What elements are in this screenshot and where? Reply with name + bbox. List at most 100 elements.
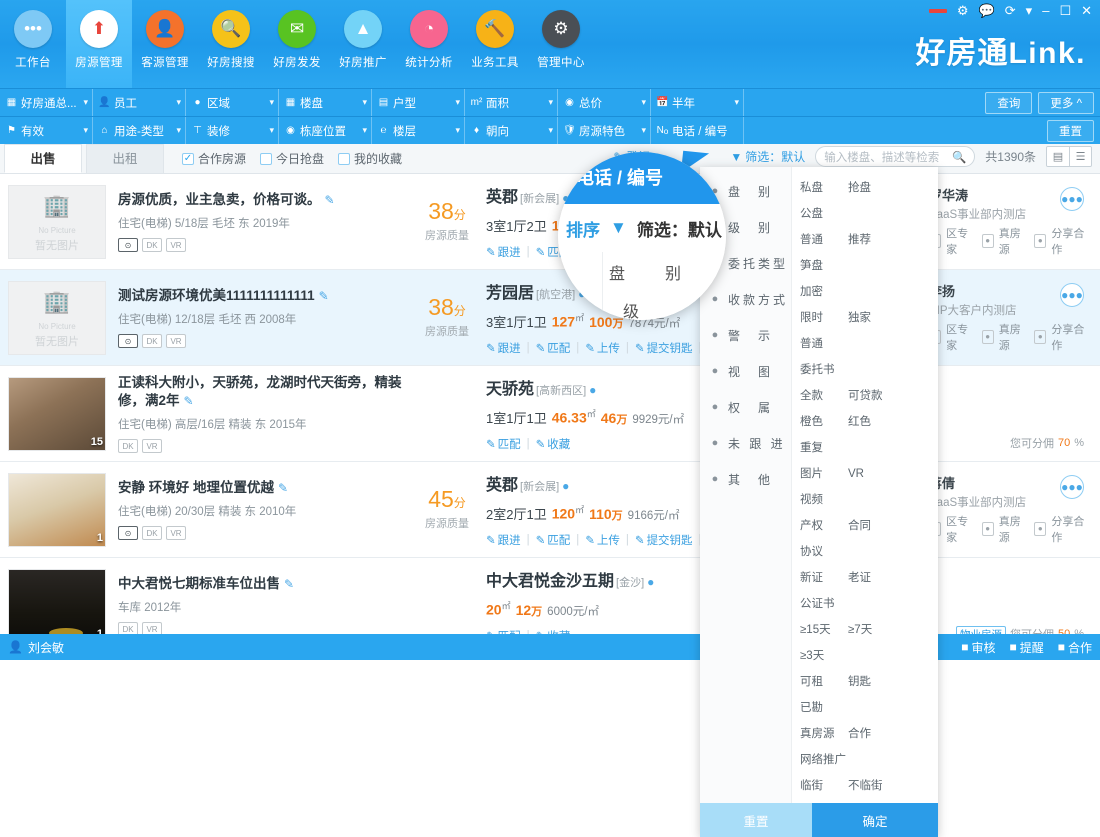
filter-cell-circle-d-icon[interactable]: ◉栋座位置▾ [279, 117, 372, 144]
filter-category-5[interactable]: ●警 示 [700, 317, 791, 353]
listing-title[interactable]: 正读科大附小，天骄苑，龙湖时代天街旁，精装修，满2年✎ [118, 374, 408, 410]
search-input[interactable]: 输入楼盘、描述等检索 🔍 [815, 146, 975, 167]
nav-item-6[interactable]: ▲好房推广 [330, 0, 396, 88]
filter-option[interactable]: 可租 [800, 669, 846, 695]
edit-icon[interactable]: ✎ [319, 289, 329, 303]
filter-category-6[interactable]: ●视 图 [700, 353, 791, 389]
filter-option[interactable]: 普通 [800, 227, 846, 253]
tab-2[interactable]: 出租 [86, 144, 164, 173]
filter-option[interactable]: 视频 [800, 487, 846, 513]
filter-option[interactable]: 图片 [800, 461, 846, 487]
chat-icon[interactable]: ●●● [1060, 283, 1084, 307]
checkbox-box[interactable] [338, 153, 350, 165]
filter-cell-brush-icon[interactable]: ⊤装修▾ [186, 117, 279, 144]
status-action-1[interactable]: ■审核 [961, 639, 995, 656]
checkbox-3[interactable]: 我的收藏 [338, 150, 402, 167]
filter-cell-building-icon[interactable]: ▦好房通总...▾ [0, 89, 93, 116]
filter-option[interactable]: 普通 [800, 331, 846, 357]
checkbox-2[interactable]: 今日抢盘 [260, 150, 324, 167]
edit-icon[interactable]: ✎ [278, 481, 288, 495]
filter-option[interactable]: 独家 [848, 305, 894, 331]
filter-option[interactable]: 网络推广 [800, 747, 846, 773]
listing-title[interactable]: 中大君悦七期标准车位出售✎ [118, 575, 408, 593]
view-toggle[interactable]: ▤ ☰ [1046, 146, 1092, 167]
action-提交钥匙[interactable]: ✎提交钥匙 [635, 532, 693, 548]
filter-confirm-button[interactable]: 确定 [812, 803, 938, 837]
filter-cell-no-icon[interactable]: No电话 / 编号▾ [651, 117, 744, 144]
query-button[interactable]: 查询 [985, 92, 1032, 114]
action-跟进[interactable]: ✎跟进 [486, 340, 521, 356]
nav-item-7[interactable]: ◔统计分析 [396, 0, 462, 88]
edit-icon[interactable]: ✎ [325, 193, 335, 207]
filter-category-8[interactable]: ●未 跟 进 [700, 425, 791, 461]
close-icon[interactable]: ✕ [1081, 4, 1092, 17]
listing-title[interactable]: 测试房源环境优美1111111111111✎ [118, 287, 408, 305]
minimize-red-icon[interactable] [929, 9, 947, 13]
filter-option[interactable]: 可贷款 [848, 383, 894, 409]
filter-option[interactable]: 合同 [848, 513, 894, 539]
filter-cell-layout-icon[interactable]: ▤户型▾ [372, 89, 465, 116]
listing-thumbnail[interactable]: 🏢No Picture暂无图片 [8, 185, 106, 259]
filter-cell-pin-icon[interactable]: ●区域▾ [186, 89, 279, 116]
filter-option[interactable]: 新证 [800, 565, 846, 591]
action-匹配[interactable]: ✎匹配 [536, 340, 571, 356]
filter-option[interactable]: VR [848, 461, 894, 487]
filter-option[interactable]: 全款 [800, 383, 846, 409]
minimize-icon[interactable]: – [1042, 4, 1049, 17]
action-跟进[interactable]: ✎跟进 [486, 244, 521, 260]
action-提交钥匙[interactable]: ✎提交钥匙 [635, 340, 693, 356]
filter-option[interactable]: 限时 [800, 305, 846, 331]
listing-thumbnail[interactable]: 1 [8, 473, 106, 547]
filter-link[interactable]: ▼ 筛选：默认 [730, 148, 805, 165]
filter-option[interactable]: 重复 [800, 435, 846, 461]
status-action-2[interactable]: ■提醒 [1009, 639, 1043, 656]
refresh-icon[interactable]: ⟳ [1005, 4, 1016, 17]
filter-option[interactable]: 钥匙 [848, 669, 894, 695]
action-上传[interactable]: ✎上传 [585, 532, 620, 548]
filter-option[interactable]: 私盘 [800, 175, 846, 201]
filter-cell-stairs-icon[interactable]: ℮楼层▾ [372, 117, 465, 144]
filter-cell-shield-icon[interactable]: 🛡房源特色▾ [558, 117, 651, 144]
filter-option[interactable]: ≥15天 [800, 617, 846, 643]
gear-icon[interactable]: ⚙ [957, 4, 969, 17]
estate-name[interactable]: 英郡 [486, 189, 518, 206]
nav-item-1[interactable]: •••工作台 [0, 0, 66, 88]
filter-option[interactable]: 老证 [848, 565, 894, 591]
filter-option[interactable]: 公盘 [800, 201, 846, 227]
estate-name[interactable]: 中大君悦金沙五期 [486, 573, 614, 590]
filter-option[interactable]: ≥3天 [800, 643, 846, 669]
action-匹配[interactable]: ✎匹配 [536, 532, 571, 548]
action-跟进[interactable]: ✎跟进 [486, 532, 521, 548]
checkbox-box[interactable]: ✓ [182, 153, 194, 165]
nav-item-4[interactable]: 🔍好房搜搜 [198, 0, 264, 88]
filter-cell-person-icon[interactable]: 👤员工▾ [93, 89, 186, 116]
chat-icon[interactable]: ●●● [1060, 475, 1084, 499]
grid-view-icon[interactable]: ▤ [1047, 147, 1069, 166]
status-action-3[interactable]: ■合作 [1058, 639, 1092, 656]
filter-cell-house-icon[interactable]: ⌂用途-类型▾ [93, 117, 186, 144]
chevron-down-icon[interactable]: ▾ [1026, 4, 1033, 17]
filter-option[interactable]: 合作 [848, 721, 894, 747]
filter-cell-coins-icon[interactable]: ◉总价▾ [558, 89, 651, 116]
filter-option[interactable]: ≥7天 [848, 617, 894, 643]
filter-option[interactable]: 笋盘 [800, 253, 846, 279]
filter-option[interactable]: 橙色 [800, 409, 846, 435]
checkbox-1[interactable]: ✓合作房源 [182, 150, 246, 167]
filter-option[interactable]: 加密 [800, 279, 846, 305]
filter-option[interactable]: 不临街 [848, 773, 894, 799]
filter-reset-button[interactable]: 重置 [700, 803, 812, 837]
action-收藏[interactable]: ✎收藏 [536, 436, 571, 452]
filter-option[interactable]: 委托书 [800, 357, 846, 383]
filter-option[interactable]: 公证书 [800, 591, 846, 617]
filter-cell-compass-icon[interactable]: ♦朝向▾ [465, 117, 558, 144]
action-匹配[interactable]: ✎匹配 [486, 436, 521, 452]
nav-item-8[interactable]: 🔨业务工具 [462, 0, 528, 88]
chat-icon[interactable]: ●●● [1060, 187, 1084, 211]
nav-item-2[interactable]: ⬆房源管理 [66, 0, 132, 88]
filter-option[interactable]: 抢盘 [848, 175, 894, 201]
more-button[interactable]: 更多 ^ [1038, 92, 1094, 114]
filter-option[interactable]: 红色 [848, 409, 894, 435]
filter-category-7[interactable]: ●权 属 [700, 389, 791, 425]
estate-name[interactable]: 英郡 [486, 477, 518, 494]
maximize-icon[interactable]: ☐ [1059, 4, 1071, 17]
